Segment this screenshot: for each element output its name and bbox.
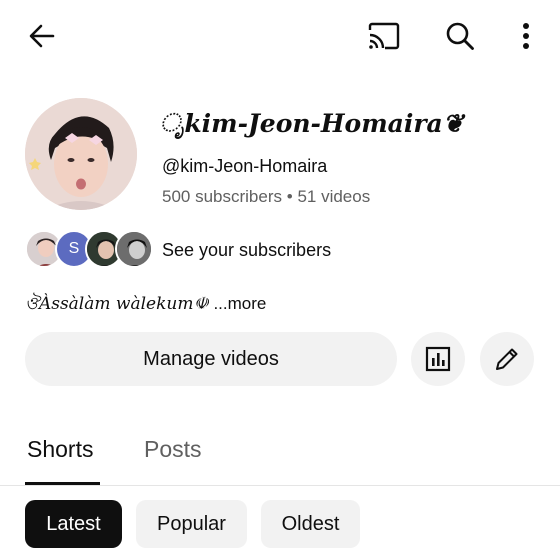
- channel-tabs: Shorts Posts: [0, 420, 560, 486]
- channel-avatar[interactable]: [25, 98, 137, 210]
- manage-videos-button[interactable]: Manage videos: [25, 332, 397, 386]
- subscriber-avatars[interactable]: S: [25, 230, 153, 268]
- edit-channel-button[interactable]: [480, 332, 534, 386]
- video-count: 51 videos: [297, 187, 371, 206]
- bar-chart-icon: [425, 346, 451, 372]
- back-button[interactable]: [20, 14, 64, 58]
- channel-description[interactable]: ঔÀssàlàm wàlekum☫ ...more: [25, 291, 266, 319]
- cast-button[interactable]: [362, 14, 406, 58]
- search-button[interactable]: [438, 14, 482, 58]
- chip-popular[interactable]: Popular: [136, 500, 247, 548]
- name-prefix-glyph: ೃ: [160, 108, 185, 137]
- search-icon: [446, 22, 474, 50]
- chip-latest[interactable]: Latest: [25, 500, 122, 548]
- cast-icon: [368, 22, 400, 50]
- active-tab-indicator: [25, 482, 100, 485]
- top-app-bar: [0, 0, 560, 72]
- avatar-photo: [25, 98, 137, 210]
- channel-name-text: kim-Jeon-Homaira: [184, 108, 443, 138]
- subscriber-avatar-letter: S: [68, 240, 80, 257]
- tab-posts[interactable]: Posts: [144, 436, 202, 463]
- channel-handle: @kim-Jeon-Homaira: [162, 156, 328, 176]
- see-subscribers-link[interactable]: See your subscribers: [162, 240, 331, 261]
- arrow-left-icon: [29, 24, 55, 48]
- description-more-link[interactable]: ...more: [213, 294, 266, 313]
- analytics-button[interactable]: [411, 332, 465, 386]
- subscriber-count: 500 subscribers: [162, 187, 283, 206]
- more-vert-icon: [523, 23, 529, 49]
- channel-name: ೃ kim-Jeon-Homaira ❦: [160, 101, 464, 145]
- more-options-button[interactable]: [504, 14, 548, 58]
- subscriber-avatar: [115, 230, 153, 268]
- channel-stats: 500 subscribers • 51 videos: [162, 187, 370, 207]
- pencil-icon: [496, 348, 518, 370]
- stats-separator: •: [286, 187, 293, 206]
- description-text: ঔÀssàlàm wàlekum☫: [25, 294, 209, 314]
- name-suffix-glyph: ❦: [442, 108, 464, 138]
- tab-shorts[interactable]: Shorts: [27, 436, 93, 463]
- chip-oldest[interactable]: Oldest: [261, 500, 360, 548]
